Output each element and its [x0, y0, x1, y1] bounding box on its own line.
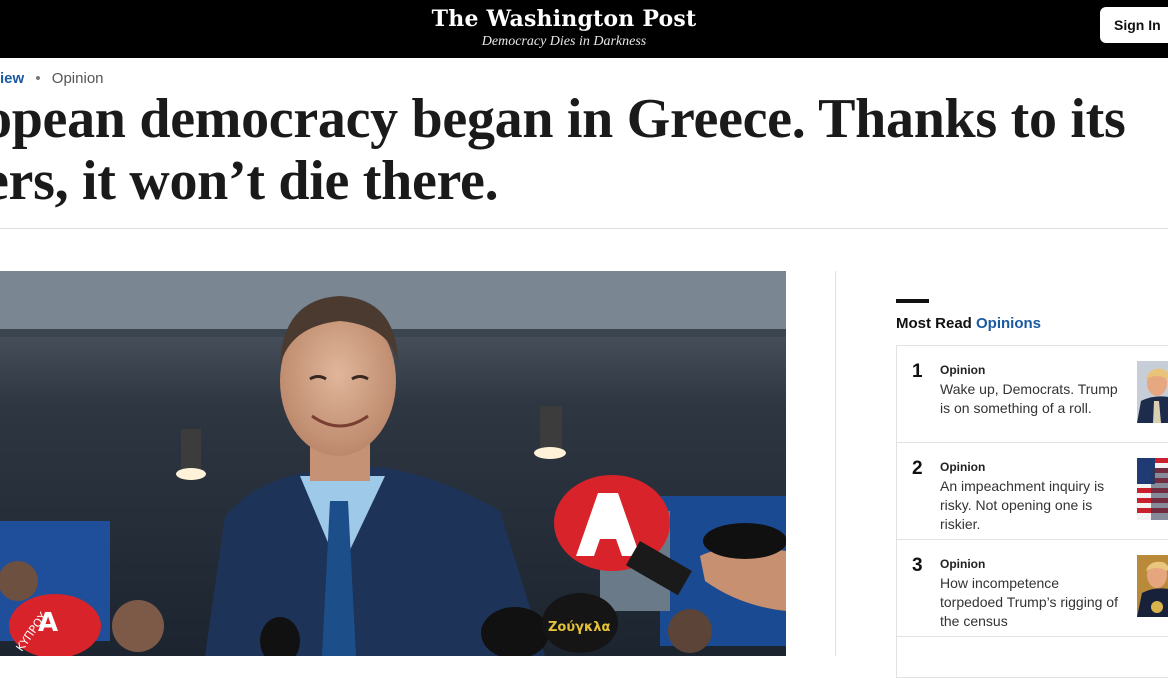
most-read-headline-link[interactable]: An impeachment inquiry is risky. Not ope… — [940, 477, 1120, 534]
most-read-thumbnail[interactable] — [1137, 361, 1168, 423]
most-read-item[interactable]: 2 Opinion An impeachment inquiry is risk… — [897, 443, 1168, 540]
site-logo[interactable]: The Washington Post — [0, 6, 1128, 32]
most-read-title: Most Read — [896, 315, 972, 332]
breadcrumb-category-link[interactable]: Opinion — [52, 70, 104, 87]
site-tagline: Democracy Dies in Darkness — [481, 34, 647, 49]
site-header: The Washington Post Democracy Dies in Da… — [0, 0, 1168, 58]
sidebar-divider — [835, 271, 836, 656]
most-read-headline-link[interactable]: Wake up, Democrats. Trump is on somethin… — [940, 380, 1120, 418]
most-read-list: 1 Opinion Wake up, Democrats. Trump is o… — [896, 345, 1168, 678]
article-lead-photo: A ΚΥΠΡΟΥ Ζούγκλα — [0, 271, 786, 656]
most-read-thumbnail[interactable] — [1137, 555, 1168, 617]
most-read-kicker[interactable]: Opinion — [940, 557, 985, 571]
most-read-item[interactable]: 1 Opinion Wake up, Democrats. Trump is o… — [897, 346, 1168, 443]
breadcrumb-section-link[interactable]: iew — [0, 70, 24, 87]
breadcrumb: iew • Opinion — [0, 70, 104, 87]
most-read-rank: 1 — [912, 361, 923, 382]
most-read-rank: 2 — [912, 458, 923, 479]
headline-container: opean democracy began in Greece. Thanks … — [0, 88, 1168, 224]
most-read-accent-bar — [896, 299, 929, 303]
svg-text:Ζούγκλα: Ζούγκλα — [548, 620, 610, 635]
most-read-rank: 3 — [912, 555, 923, 576]
most-read-heading: Most Read Opinions — [896, 315, 1041, 332]
breadcrumb-separator: • — [35, 70, 41, 87]
header-divider — [0, 228, 1168, 229]
most-read-headline-link[interactable]: How incompetence torpedoed Trump’s riggi… — [940, 574, 1120, 631]
sign-in-button[interactable]: Sign In — [1100, 7, 1168, 43]
most-read-title-accent[interactable]: Opinions — [976, 315, 1041, 332]
headline-line-1: opean democracy began in Greece. Thanks … — [0, 88, 1126, 150]
most-read-thumbnail[interactable] — [1137, 458, 1168, 520]
most-read-item[interactable]: 3 Opinion How incompetence torpedoed Tru… — [897, 540, 1168, 637]
most-read-kicker[interactable]: Opinion — [940, 363, 985, 377]
most-read-kicker[interactable]: Opinion — [940, 460, 985, 474]
headline-line-2: ers, it won’t die there. — [0, 150, 499, 212]
most-read-item-partial[interactable] — [897, 637, 1168, 677]
